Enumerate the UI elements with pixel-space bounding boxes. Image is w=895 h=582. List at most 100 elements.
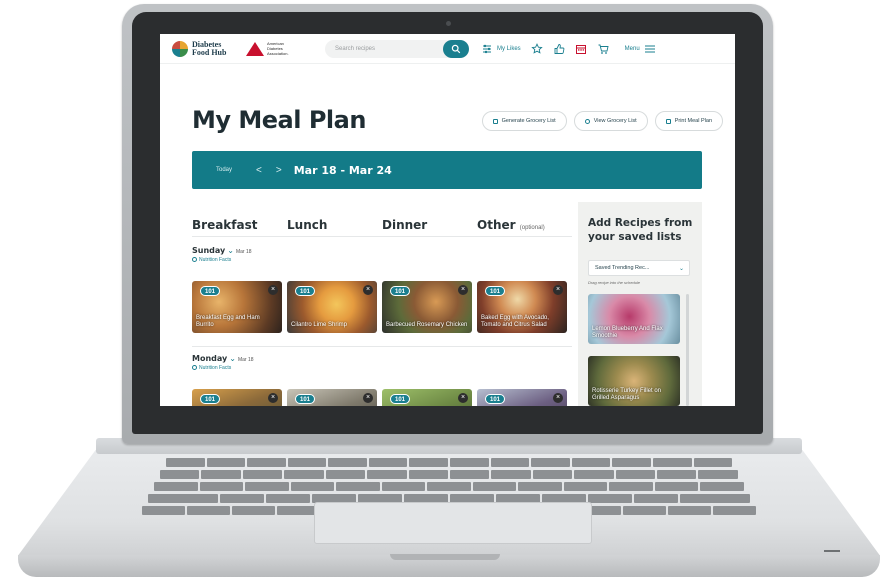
diabetes-food-hub-logo[interactable]: Diabetes Food Hub: [172, 39, 232, 57]
remove-meal-button[interactable]: ×: [458, 393, 468, 403]
eye-icon: [584, 118, 590, 124]
panel-title: Add Recipes from your saved lists: [588, 217, 693, 243]
laptop-lid: Diabetes Food Hub American Diabetes Asso…: [122, 4, 773, 444]
status-led: [824, 550, 840, 552]
meal-badge: 101: [390, 394, 410, 404]
meal-badge: 101: [485, 286, 505, 296]
remove-meal-button[interactable]: ×: [268, 393, 278, 403]
meal-card[interactable]: 101 × Cilantro Lime Shrimp: [287, 281, 377, 333]
sliders-icon[interactable]: [481, 43, 493, 55]
column-other: Other (optional): [477, 218, 572, 232]
column-other-note: (optional): [519, 225, 545, 231]
day-header[interactable]: Sunday ⌄ Mar 18: [192, 246, 252, 255]
day-monday: Monday ⌄ Mar 18 Nutrition Facts: [192, 354, 254, 371]
meal-card[interactable]: 101 ×: [192, 389, 282, 406]
logo-dfh-text: Diabetes Food Hub: [192, 39, 227, 57]
nutrition-facts-link[interactable]: Nutrition Facts: [192, 365, 254, 371]
saved-recipe-card[interactable]: Lemon Blueberry And Flax Smoothie: [588, 294, 680, 344]
column-dinner: Dinner: [382, 218, 428, 232]
day-header[interactable]: Monday ⌄ Mar 18: [192, 354, 254, 363]
saved-recipe-caption: Lemon Blueberry And Flax Smoothie: [592, 326, 663, 339]
logo-ada-text: American Diabetes Association.: [267, 41, 289, 56]
meal-badge: 101: [200, 394, 220, 404]
search-icon: [451, 44, 461, 53]
day-name: Sunday: [192, 246, 226, 255]
drag-hint: Drag recipe into the schedule: [588, 280, 641, 285]
panel-scrollbar[interactable]: [686, 294, 689, 406]
nutrition-facts-link[interactable]: Nutrition Facts: [192, 257, 252, 263]
calendar-icon[interactable]: [575, 43, 587, 55]
chevron-down-icon: ⌄: [227, 246, 234, 255]
column-breakfast: Breakfast: [192, 218, 258, 232]
meal-card[interactable]: 101 ×: [477, 389, 567, 406]
menu-link[interactable]: Menu: [625, 46, 640, 52]
print-meal-plan-label: Print Meal Plan: [674, 118, 712, 124]
thumbs-up-icon[interactable]: [553, 43, 565, 55]
info-icon: [192, 257, 197, 262]
meal-card[interactable]: 101 ×: [287, 389, 377, 406]
column-lunch: Lunch: [287, 218, 328, 232]
remove-meal-button[interactable]: ×: [553, 285, 563, 295]
meal-caption: Breakfast Egg and Ham Burrito: [196, 315, 260, 328]
ada-triangle-icon: [246, 41, 264, 56]
saved-list-select-value: Saved Trending Rec...: [595, 265, 650, 271]
ada-logo[interactable]: American Diabetes Association.: [246, 41, 297, 56]
meal-card[interactable]: 101 × Baked Egg with Avocado, Tomato and…: [477, 281, 567, 333]
laptop-scene: Diabetes Food Hub American Diabetes Asso…: [0, 0, 895, 582]
day-meals-monday: 101 × 101 × 101 × 101 ×: [192, 389, 567, 406]
nutrition-facts-label: Nutrition Facts: [199, 257, 232, 263]
saved-list-select[interactable]: Saved Trending Rec... ⌄: [588, 260, 690, 276]
camera-icon: [445, 21, 451, 26]
info-icon: [192, 365, 197, 370]
view-grocery-list-button[interactable]: View Grocery List: [573, 111, 648, 131]
meal-caption: Barbecued Rosemary Chicken: [386, 322, 468, 328]
meal-card[interactable]: 101 × Barbecued Rosemary Chicken: [382, 281, 472, 333]
nutrition-facts-label: Nutrition Facts: [199, 365, 232, 371]
divider: [192, 346, 572, 347]
meal-badge: 101: [485, 394, 505, 404]
printer-icon: [665, 118, 671, 124]
my-likes-link[interactable]: My Likes: [497, 46, 521, 52]
meal-badge: 101: [295, 286, 315, 296]
search-input[interactable]: Search recipes: [325, 39, 457, 58]
meal-columns-header: Breakfast Lunch Dinner Other (optional): [192, 218, 572, 232]
remove-meal-button[interactable]: ×: [553, 393, 563, 403]
day-date: Mar 18: [235, 249, 252, 255]
prev-week-button[interactable]: <: [256, 165, 262, 176]
remove-meal-button[interactable]: ×: [268, 285, 278, 295]
meal-card[interactable]: 101 ×: [382, 389, 472, 406]
generate-grocery-list-label: Generate Grocery List: [501, 118, 556, 124]
today-button[interactable]: Today: [216, 167, 232, 173]
next-week-button[interactable]: >: [276, 165, 282, 176]
trackpad: [314, 502, 592, 544]
meal-badge: 101: [390, 286, 410, 296]
week-navigation-bar: Today < > Mar 18 - Mar 24: [192, 151, 702, 189]
chevron-down-icon: ⌄: [678, 265, 684, 272]
star-icon[interactable]: [530, 42, 543, 55]
search-button[interactable]: [443, 39, 469, 58]
laptop-base: [18, 438, 880, 580]
week-range: Mar 18 - Mar 24: [293, 163, 392, 177]
print-meal-plan-button[interactable]: Print Meal Plan: [654, 111, 723, 131]
hamburger-icon[interactable]: [644, 43, 656, 55]
meal-caption: Cilantro Lime Shrimp: [291, 322, 348, 328]
saved-lists-panel: Add Recipes from your saved lists Saved …: [578, 202, 702, 406]
day-date: Mar 18: [237, 357, 254, 363]
generate-grocery-list-button[interactable]: Generate Grocery List: [481, 111, 567, 131]
divider: [192, 236, 572, 237]
header-icons: My Likes Menu: [481, 42, 656, 55]
saved-recipe-caption: Rotisserie Turkey Fillet on Grilled Aspa…: [592, 388, 662, 401]
meal-card[interactable]: 101 × Breakfast Egg and Ham Burrito: [192, 281, 282, 333]
column-other-label: Other: [477, 218, 516, 232]
meal-badge: 101: [200, 286, 220, 296]
site-header: Diabetes Food Hub American Diabetes Asso…: [160, 34, 735, 64]
remove-meal-button[interactable]: ×: [363, 393, 373, 403]
remove-meal-button[interactable]: ×: [458, 285, 468, 295]
cart-icon[interactable]: [597, 43, 609, 55]
browser-screen: Diabetes Food Hub American Diabetes Asso…: [160, 34, 735, 406]
meal-badge: 101: [295, 394, 315, 404]
chevron-down-icon: ⌄: [229, 354, 236, 363]
day-sunday: Sunday ⌄ Mar 18 Nutrition Facts: [192, 246, 252, 263]
remove-meal-button[interactable]: ×: [363, 285, 373, 295]
saved-recipe-card[interactable]: Rotisserie Turkey Fillet on Grilled Aspa…: [588, 356, 680, 406]
